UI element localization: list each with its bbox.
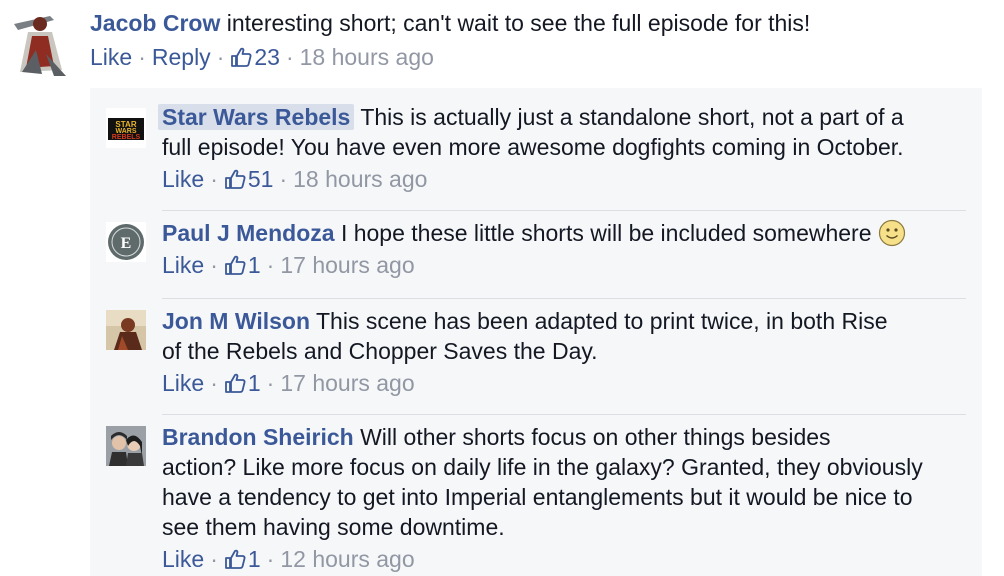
- likes-count[interactable]: 1: [224, 252, 261, 278]
- thumbs-up-icon: [224, 255, 246, 275]
- likes-number: 1: [247, 252, 261, 278]
- author-name-link[interactable]: Jon M Wilson: [162, 308, 310, 334]
- comment-text-line: Jacob Crow interesting short; can't wait…: [90, 8, 990, 38]
- separator-dot: ·: [279, 166, 288, 192]
- svg-text:REBELS: REBELS: [112, 134, 141, 141]
- smiley-emoji-icon: [878, 219, 906, 247]
- reply-text-line: see them having some downtime.: [162, 514, 505, 540]
- author-name-link[interactable]: Star Wars Rebels: [158, 104, 355, 130]
- likes-number: 23: [254, 44, 280, 70]
- reply-text: This scene has been adapted to print twi…: [316, 308, 888, 334]
- reply-text-line: Paul J Mendoza I hope these little short…: [162, 218, 972, 248]
- reply-divider: [162, 414, 966, 415]
- thumbs-up-icon: [224, 373, 246, 393]
- separator-dot: ·: [266, 252, 275, 278]
- portrait-avatar-icon[interactable]: [106, 310, 146, 350]
- separator-dot: ·: [210, 370, 218, 396]
- likes-count[interactable]: 23: [230, 44, 280, 70]
- like-link[interactable]: Like: [90, 44, 132, 70]
- timestamp[interactable]: 18 hours ago: [293, 166, 427, 192]
- thumbs-up-icon: [230, 47, 252, 67]
- timestamp[interactable]: 17 hours ago: [280, 370, 414, 396]
- reply-text: Will other shorts focus on other things …: [360, 424, 831, 450]
- likes-count[interactable]: 1: [224, 370, 261, 396]
- reply-actions: Like · 1 · 17 hours ago: [162, 250, 972, 280]
- separator-dot: ·: [210, 166, 218, 192]
- reply-text: I hope these little shorts will be inclu…: [340, 220, 872, 246]
- reply-actions: Like · 51 · 18 hours ago: [162, 164, 972, 194]
- reply-actions: Like · 1 · 12 hours ago: [162, 544, 972, 574]
- reply-text-line: have a tendency to get into Imperial ent…: [162, 484, 913, 510]
- svg-text:E: E: [121, 235, 132, 252]
- separator-dot: ·: [266, 546, 275, 572]
- separator-dot: ·: [266, 370, 275, 396]
- reply-text-line: full episode! You have even more awesome…: [162, 134, 904, 160]
- separator-dot: ·: [216, 44, 225, 70]
- samurai-avatar-icon[interactable]: [10, 10, 76, 80]
- timestamp[interactable]: 12 hours ago: [280, 546, 414, 572]
- replies-panel: STAR WARS REBELS Star Wars Rebels This i…: [90, 88, 982, 576]
- author-name-link[interactable]: Brandon Sheirich: [162, 424, 354, 450]
- thumbs-up-icon: [224, 169, 246, 189]
- like-link[interactable]: Like: [162, 166, 204, 192]
- timestamp[interactable]: 17 hours ago: [280, 252, 414, 278]
- reply-text-line: Brandon Sheirich Will other shorts focus…: [162, 422, 972, 452]
- separator-dot: ·: [138, 44, 146, 70]
- reply-actions: Like · 1 · 17 hours ago: [162, 368, 972, 398]
- reply-link[interactable]: Reply: [152, 44, 211, 70]
- thumbs-up-icon: [224, 549, 246, 569]
- author-name-link[interactable]: Jacob Crow: [90, 10, 220, 36]
- couple-photo-avatar-icon[interactable]: [106, 426, 146, 466]
- reply-text-line: of the Rebels and Chopper Saves the Day.: [162, 338, 598, 364]
- star-wars-rebels-logo-icon[interactable]: STAR WARS REBELS: [106, 108, 146, 148]
- likes-count[interactable]: 1: [224, 546, 261, 572]
- like-link[interactable]: Like: [162, 370, 204, 396]
- separator-dot: ·: [210, 252, 218, 278]
- likes-number: 51: [247, 166, 274, 192]
- separator-dot: ·: [285, 44, 294, 70]
- like-link[interactable]: Like: [162, 546, 204, 572]
- comment-actions: Like · Reply · 23 · 18 hours ago: [90, 42, 990, 72]
- emblem-avatar-icon[interactable]: E: [106, 222, 146, 262]
- reply-text-line: action? Like more focus on daily life in…: [162, 454, 923, 480]
- timestamp[interactable]: 18 hours ago: [300, 44, 434, 70]
- likes-number: 1: [247, 370, 261, 396]
- reply-divider: [162, 210, 966, 211]
- likes-count[interactable]: 51: [224, 166, 274, 192]
- reply-text-line: Jon M Wilson This scene has been adapted…: [162, 306, 972, 336]
- comment-text: interesting short; can't wait to see the…: [226, 10, 811, 36]
- reply-divider: [162, 298, 966, 299]
- reply-text-line: Star Wars Rebels This is actually just a…: [158, 102, 972, 132]
- reply-text: This is actually just a standalone short…: [360, 104, 904, 130]
- separator-dot: ·: [210, 546, 218, 572]
- author-name-link[interactable]: Paul J Mendoza: [162, 220, 335, 246]
- like-link[interactable]: Like: [162, 252, 204, 278]
- likes-number: 1: [247, 546, 261, 572]
